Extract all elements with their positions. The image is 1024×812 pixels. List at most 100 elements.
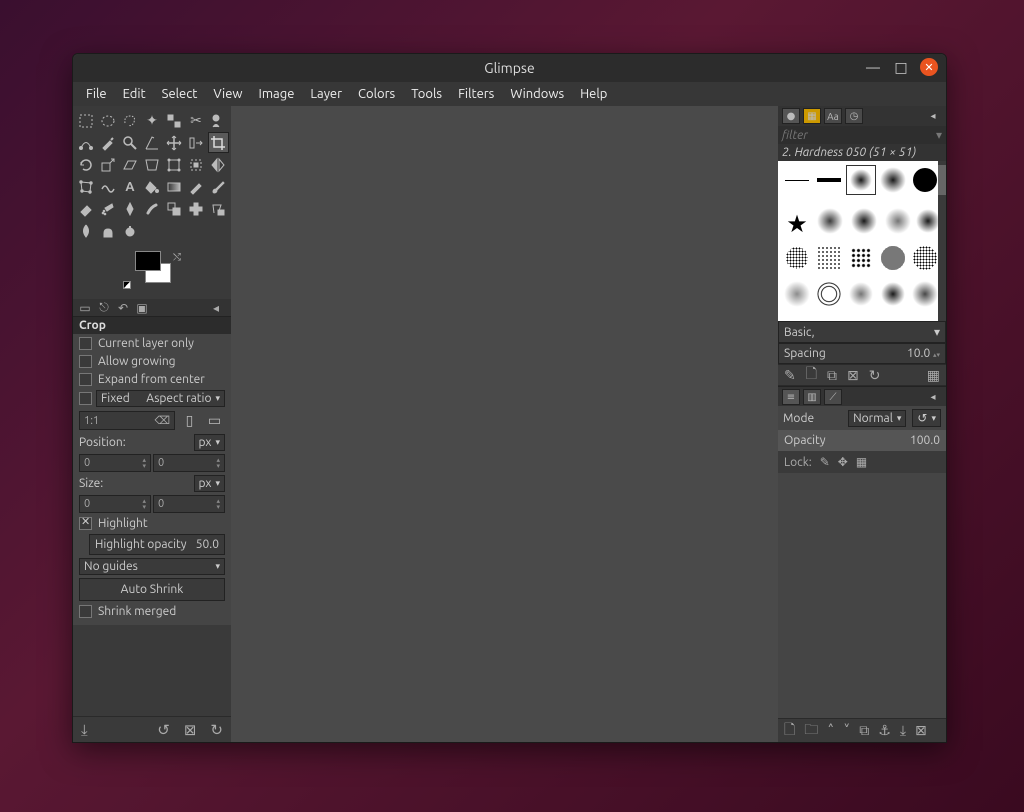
layers-tab-menu-icon[interactable]: ◂ — [924, 389, 942, 405]
tool-flip[interactable] — [208, 154, 229, 175]
tab-device-status-icon[interactable]: ⎋ — [96, 300, 112, 316]
opt-expand-from-center[interactable]: Expand from center — [79, 372, 225, 387]
reset-preset-icon[interactable]: ↻ — [210, 721, 223, 739]
menu-colors[interactable]: Colors — [351, 85, 402, 103]
tab-history-icon[interactable]: ◷ — [845, 108, 863, 124]
delete-preset-icon[interactable]: ⊠ — [184, 721, 197, 739]
brush-edit-icon[interactable]: ✎ — [784, 367, 796, 384]
tool-cage[interactable] — [76, 176, 97, 197]
tool-align[interactable] — [186, 132, 207, 153]
foreground-color[interactable] — [135, 251, 161, 271]
size-w-input[interactable]: 0▴▾ — [79, 495, 151, 513]
tool-fuzzy-select[interactable]: ✦ — [142, 110, 163, 131]
tool-warp[interactable] — [98, 176, 119, 197]
tool-text[interactable]: A — [120, 176, 141, 197]
tool-free-select[interactable] — [120, 110, 141, 131]
tab-menu-icon[interactable]: ◂ — [208, 300, 224, 316]
opt-fixed-check[interactable] — [79, 392, 92, 405]
tool-unified-transform[interactable] — [164, 154, 185, 175]
tool-zoom[interactable] — [120, 132, 141, 153]
ratio-input[interactable]: 1:1⌫ — [79, 411, 175, 430]
layer-new-icon[interactable]: 🗋 — [784, 719, 795, 743]
layer-merge-icon[interactable]: ⤓ — [900, 722, 906, 739]
tab-menu-right-icon[interactable]: ◂ — [924, 108, 942, 124]
tab-channels-icon[interactable]: ▥ — [803, 389, 821, 405]
brush-filter-input[interactable]: filter▾ — [778, 126, 946, 144]
tool-dodge-burn[interactable] — [120, 220, 141, 241]
tool-ellipse-select[interactable] — [98, 110, 119, 131]
tool-rotate[interactable] — [76, 154, 97, 175]
opt-allow-growing[interactable]: Allow growing — [79, 354, 225, 369]
highlight-opacity-input[interactable]: Highlight opacity 50.0 — [89, 534, 225, 555]
lock-position-icon[interactable]: ✥ — [838, 455, 848, 469]
position-y-input[interactable]: 0▴▾ — [153, 454, 225, 472]
titlebar[interactable]: Glimpse ― □ ✕ — [73, 54, 946, 82]
tab-images-icon[interactable]: ▣ — [134, 300, 150, 316]
tool-rect-select[interactable] — [76, 110, 97, 131]
opt-highlight[interactable]: Highlight — [79, 516, 225, 531]
menu-view[interactable]: View — [206, 85, 249, 103]
menu-select[interactable]: Select — [155, 85, 205, 103]
layer-down-icon[interactable]: ˅ — [843, 722, 850, 739]
maximize-button[interactable]: □ — [892, 58, 910, 76]
opt-shrink-merged[interactable]: Shrink merged — [79, 604, 225, 619]
tab-tool-options-icon[interactable]: ▭ — [77, 300, 93, 316]
brush-spacing-input[interactable]: Spacing 10.0 ▴▾ — [778, 343, 946, 364]
menu-image[interactable]: Image — [252, 85, 302, 103]
opt-fixed-dropdown[interactable]: Fixed Aspect ratio ▾ — [96, 390, 225, 407]
brush-open-as-image-icon[interactable]: ▦ — [927, 367, 940, 384]
size-h-input[interactable]: 0▴▾ — [153, 495, 225, 513]
tool-measure[interactable] — [142, 132, 163, 153]
tab-patterns-icon[interactable]: ▦ — [803, 108, 821, 124]
brush-grid[interactable]: ★ — [778, 161, 946, 321]
restore-preset-icon[interactable]: ↺ — [157, 721, 170, 739]
layer-duplicate-icon[interactable]: ⧉ — [859, 722, 869, 739]
tool-by-color-select[interactable] — [164, 110, 185, 131]
swap-colors-icon[interactable]: ⤭ — [173, 251, 181, 263]
opt-current-layer-only[interactable]: Current layer only — [79, 336, 225, 351]
tool-bucket-fill[interactable] — [142, 176, 163, 197]
tool-pencil[interactable] — [186, 176, 207, 197]
mode-dropdown[interactable]: Normal▾ — [848, 410, 906, 427]
tab-layers-icon[interactable]: ≡ — [782, 389, 800, 405]
tool-heal[interactable] — [186, 198, 207, 219]
tool-ink[interactable] — [120, 198, 141, 219]
orient-landscape-icon[interactable]: ▭ — [204, 410, 225, 431]
tool-scale[interactable] — [98, 154, 119, 175]
orient-portrait-icon[interactable]: ▯ — [179, 410, 200, 431]
tool-move[interactable] — [164, 132, 185, 153]
tool-foreground-select[interactable] — [208, 110, 229, 131]
save-preset-icon[interactable]: ⤓ — [81, 721, 88, 739]
tool-paintbrush[interactable] — [208, 176, 229, 197]
size-unit-dropdown[interactable]: px▾ — [194, 475, 226, 492]
tool-crop[interactable] — [208, 132, 229, 153]
layer-group-icon[interactable]: 🗀 — [804, 719, 818, 743]
tool-gradient[interactable] — [164, 176, 185, 197]
tool-smudge[interactable] — [98, 220, 119, 241]
tab-brushes-icon[interactable]: ● — [782, 108, 800, 124]
position-unit-dropdown[interactable]: px▾ — [194, 434, 226, 451]
position-x-input[interactable]: 0▴▾ — [79, 454, 151, 472]
menu-filters[interactable]: Filters — [451, 85, 501, 103]
layer-delete-icon[interactable]: ⊠ — [915, 722, 927, 739]
tool-mypaint-brush[interactable] — [142, 198, 163, 219]
brush-scrollbar[interactable] — [938, 161, 946, 321]
layers-list[interactable] — [778, 473, 946, 718]
brush-duplicate-icon[interactable]: ⧉ — [827, 367, 837, 384]
brush-new-icon[interactable]: 🗋 — [806, 363, 817, 387]
menu-edit[interactable]: Edit — [116, 85, 153, 103]
tab-paths-icon[interactable]: ⟋ — [824, 389, 842, 405]
default-colors-icon[interactable] — [123, 281, 131, 289]
brush-delete-icon[interactable]: ⊠ — [847, 367, 859, 384]
lock-pixels-icon[interactable]: ✎ — [820, 455, 830, 469]
layer-anchor-icon[interactable]: ⚓ — [878, 722, 891, 739]
auto-shrink-button[interactable]: Auto Shrink — [79, 578, 225, 601]
layer-opacity-input[interactable]: Opacity 100.0 — [778, 430, 946, 451]
tool-handle-transform[interactable] — [186, 154, 207, 175]
tool-shear[interactable] — [120, 154, 141, 175]
tab-undo-history-icon[interactable]: ↶ — [115, 300, 131, 316]
tool-eraser[interactable] — [76, 198, 97, 219]
brush-refresh-icon[interactable]: ↻ — [869, 367, 881, 384]
tool-perspective[interactable] — [142, 154, 163, 175]
lock-alpha-icon[interactable]: ▦ — [856, 455, 867, 469]
